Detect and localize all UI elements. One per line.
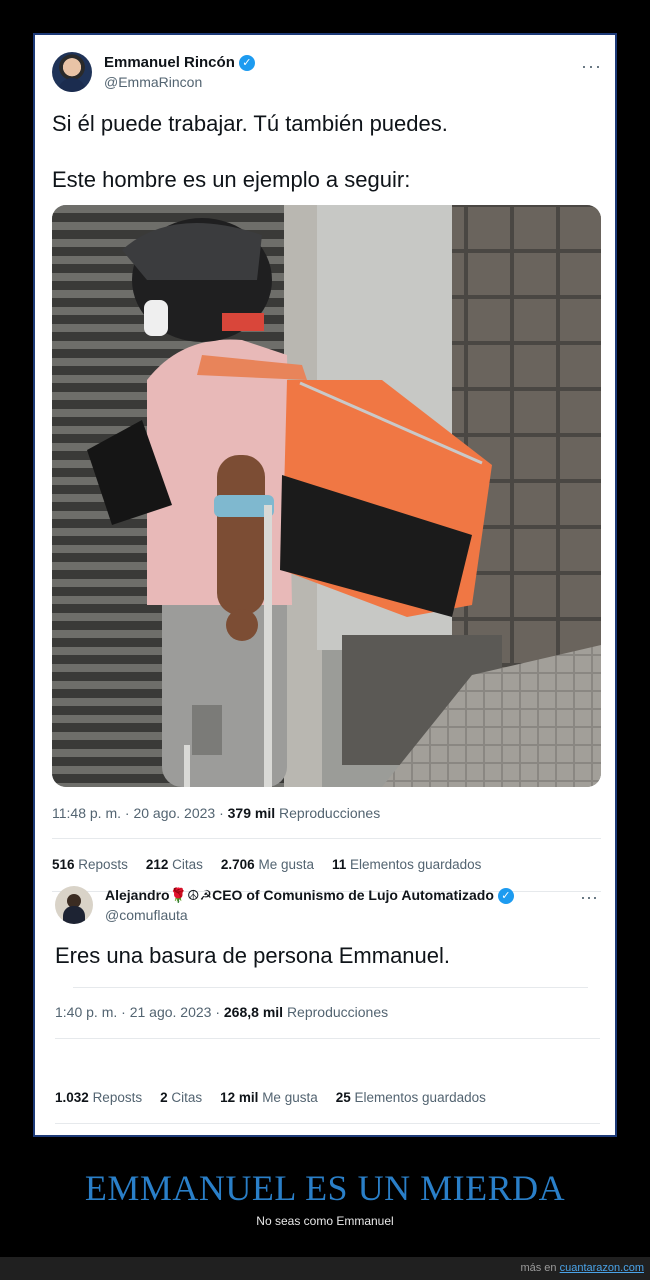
tweet1-timestamp[interactable]: 11:48 p. m. · 20 ago. 2023 · <box>52 805 224 821</box>
reply-views-count: 268,8 mil <box>223 1004 284 1020</box>
reply-stat-reposts[interactable]: 1.032 Reposts <box>55 1090 142 1105</box>
reply-timestamp[interactable]: 1:40 p. m. · 21 ago. 2023 · <box>55 1004 220 1020</box>
author-avatar[interactable] <box>52 52 92 92</box>
reply-stat-quotes[interactable]: 2 Citas <box>160 1090 202 1105</box>
reply-meta: 1:40 p. m. · 21 ago. 2023 · 268,8 mil Re… <box>55 1004 388 1020</box>
divider <box>73 987 588 988</box>
tweet1-text-line2: Este hombre es un ejemplo a seguir: <box>52 167 411 192</box>
reply-stats: 1.032 Reposts 2 Citas 12 mil Me gusta 25… <box>55 1090 486 1105</box>
meme-headline: EMMANUEL ES UN MIERDA <box>84 1168 566 1208</box>
reply-author-handle[interactable]: @comuflauta <box>105 907 188 923</box>
tweet1-header: Emmanuel Rincón ✓ @EmmaRincon ··· <box>52 52 602 96</box>
tweet-photo[interactable] <box>52 205 601 787</box>
meme-subline: No seas como Emmanuel <box>256 1214 394 1228</box>
more-dots-icon[interactable]: ··· <box>581 56 602 77</box>
divider <box>52 838 601 839</box>
reply-author-name[interactable]: Alejandro🌹☮☭CEO of Comunismo de Lujo Aut… <box>105 887 494 904</box>
footer-site-link[interactable]: cuantarazon.com <box>560 1262 644 1274</box>
delivery-worker-photo <box>52 205 601 787</box>
tweet1-stat-quotes[interactable]: 212 Citas <box>146 857 203 872</box>
tweet1-stat-reposts[interactable]: 516 Reposts <box>52 857 128 872</box>
reply-stat-likes[interactable]: 12 mil Me gusta <box>220 1090 318 1105</box>
tweet1-stats: 516 Reposts 212 Citas 2.706 Me gusta 11 … <box>52 857 481 872</box>
reply-author-name-line: Alejandro🌹☮☭CEO of Comunismo de Lujo Aut… <box>105 887 514 904</box>
reply-author-avatar[interactable] <box>55 886 93 924</box>
tweet1-text-line1: Si él puede trabajar. Tú también puedes. <box>52 111 448 136</box>
tweet1-views-label: Reproducciones <box>279 805 381 821</box>
reply-views-label: Reproducciones <box>286 1004 389 1020</box>
author-handle[interactable]: @EmmaRincon <box>104 74 202 90</box>
tweet-screenshot-card: Emmanuel Rincón ✓ @EmmaRincon ··· Si él … <box>33 33 617 1137</box>
tweet1-text: Si él puede trabajar. Tú también puedes.… <box>52 109 602 195</box>
author-name-line: Emmanuel Rincón ✓ <box>104 54 255 71</box>
tweet1-stat-likes[interactable]: 2.706 Me gusta <box>221 857 314 872</box>
tweet1-stat-bookmarks[interactable]: 11 Elementos guardados <box>332 857 481 872</box>
tweet1-meta: 11:48 p. m. · 20 ago. 2023 · 379 mil Rep… <box>52 805 380 821</box>
divider <box>55 1038 600 1039</box>
more-dots-icon[interactable]: ··· <box>580 887 598 908</box>
author-name[interactable]: Emmanuel Rincón <box>104 54 235 71</box>
tweet1-views-count: 379 mil <box>227 805 276 821</box>
verified-badge-icon: ✓ <box>238 54 255 71</box>
reply-text: Eres una basura de persona Emmanuel. <box>55 943 451 968</box>
site-footer: más en cuantarazon.com <box>0 1257 650 1280</box>
footer-text: más en cuantarazon.com <box>520 1262 644 1274</box>
footer-prefix: más en <box>520 1262 557 1274</box>
reply-stat-bookmarks[interactable]: 25 Elementos guardados <box>336 1090 486 1105</box>
verified-badge-icon: ✓ <box>497 887 514 904</box>
divider <box>55 1123 600 1124</box>
